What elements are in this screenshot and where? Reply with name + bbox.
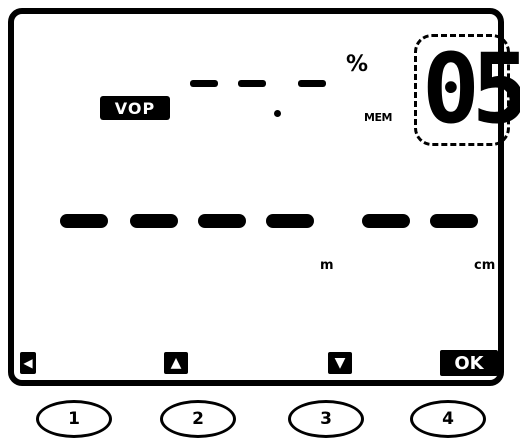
- percent-unit: %: [346, 52, 369, 77]
- value-segment: [238, 80, 266, 87]
- down-triangle-icon: ▼: [328, 352, 352, 374]
- unit-meters: m: [320, 258, 334, 273]
- measurement-segment: [198, 214, 246, 228]
- left-triangle-icon: ◀: [20, 352, 36, 374]
- up-triangle-icon: ▲: [164, 352, 188, 374]
- measurement-segment: [130, 214, 178, 228]
- vop-mode-badge: VOP: [100, 96, 170, 120]
- measurement-segment: [60, 214, 108, 228]
- lcd-screen: VOP % MEM 05 m cm ◀ ▲ ▼ OK: [8, 8, 520, 386]
- unit-centimeters: cm: [474, 258, 496, 273]
- button-4[interactable]: 4: [410, 400, 486, 438]
- value-segment: [298, 80, 326, 87]
- measurement-segment: [362, 214, 410, 228]
- measurement-segment: [430, 214, 478, 228]
- button-1[interactable]: 1: [36, 400, 112, 438]
- button-2[interactable]: 2: [160, 400, 236, 438]
- value-segment: [190, 80, 218, 87]
- button-3[interactable]: 3: [288, 400, 364, 438]
- memory-slot-number: 05: [422, 33, 520, 145]
- decimal-point: [274, 110, 281, 117]
- ok-softkey-label: OK: [440, 350, 498, 376]
- measurement-segment: [266, 214, 314, 228]
- memory-label: MEM: [364, 111, 392, 124]
